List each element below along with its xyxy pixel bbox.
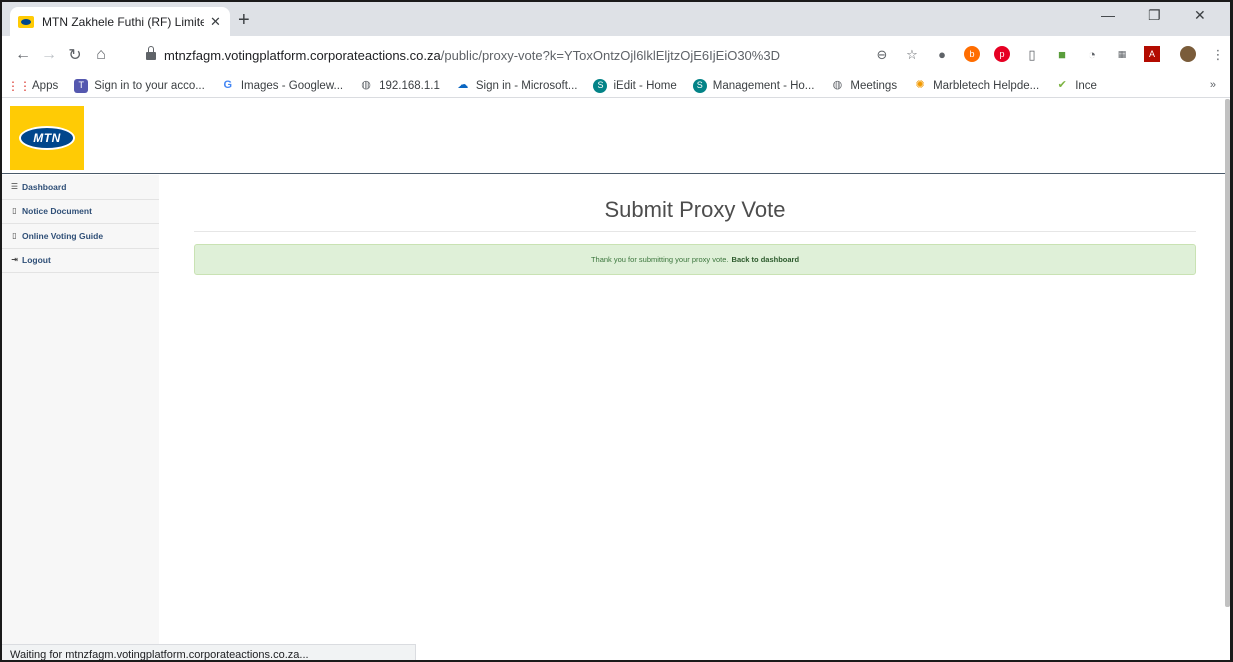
mtn-logo[interactable]: MTN xyxy=(10,106,84,170)
bookmark-meetings[interactable]: ◍ Meetings xyxy=(830,79,897,93)
close-window-icon[interactable]: ✕ xyxy=(1194,8,1206,22)
logo-oval: MTN xyxy=(19,126,75,150)
bookmark-ince[interactable]: ✔ Ince xyxy=(1055,79,1097,93)
sidebar-item-label: Notice Document xyxy=(22,206,92,217)
sidebar-item-label: Online Voting Guide xyxy=(22,230,104,241)
address-bar[interactable]: mtnzfagm.votingplatform.corporateactions… xyxy=(134,41,904,69)
web-page: MTN ☰ Dashboard ▯ Notice Document ▯ Onli… xyxy=(2,99,1230,645)
list-icon: ☰ xyxy=(10,181,19,191)
qr-code-icon[interactable]: ▦ xyxy=(1114,46,1130,62)
document-icon: ▯ xyxy=(12,230,17,240)
bookmark-label: Sign in to your acco... xyxy=(94,79,205,92)
bookmark-microsoft[interactable]: ☁ Sign in - Microsoft... xyxy=(456,79,578,93)
bookmark-label: Sign in - Microsoft... xyxy=(475,79,578,92)
profile-avatar[interactable] xyxy=(1180,46,1196,62)
bookmark-label: Ince xyxy=(1075,79,1097,92)
site-header: MTN xyxy=(2,99,1230,174)
apps-grid-icon: ⋮⋮ xyxy=(7,78,31,93)
browser-window: MTN Zakhele Futhi (RF) Limited - ✕ + — ❐… xyxy=(0,0,1233,662)
extension-circle-icon[interactable]: ● xyxy=(934,46,950,62)
browser-tab[interactable]: MTN Zakhele Futhi (RF) Limited - ✕ xyxy=(10,7,230,36)
lock-icon xyxy=(146,46,156,60)
pinterest-icon[interactable]: p xyxy=(994,46,1010,62)
sidebar-item-label: Logout xyxy=(22,255,51,266)
extension-icons: ⊖ ☆ ● b p ▯ ■ ◔ ▦ A ⋮ xyxy=(874,46,1230,62)
back-icon[interactable]: ← xyxy=(10,46,36,64)
sidebar-item-dashboard[interactable]: ☰ Dashboard xyxy=(2,175,159,200)
success-alert: Thank you for submitting your proxy vote… xyxy=(194,244,1196,275)
extension-green-icon[interactable]: ■ xyxy=(1054,46,1070,62)
status-bar: Waiting for mtnzfagm.votingplatform.corp… xyxy=(2,644,416,660)
logout-icon: ⇥ xyxy=(11,255,18,265)
close-tab-icon[interactable]: ✕ xyxy=(210,15,221,28)
browser-toolbar: ← → ↻ ⌂ mtnzfagm.votingplatform.corporat… xyxy=(2,36,1230,74)
mtn-favicon-icon xyxy=(18,15,34,28)
teams-icon: T xyxy=(74,78,89,93)
page-title: Submit Proxy Vote xyxy=(194,175,1196,232)
speed-gauge-icon[interactable]: ◔ xyxy=(1084,46,1100,62)
bookmark-label: Images - Googlew... xyxy=(240,79,344,92)
main-content: Submit Proxy Vote Thank you for submitti… xyxy=(194,175,1196,275)
restore-icon[interactable]: ❐ xyxy=(1148,8,1161,22)
bookmark-label: Apps xyxy=(32,79,59,92)
menu-kebab-icon[interactable]: ⋮ xyxy=(1210,46,1226,62)
alert-message: Thank you for submitting your proxy vote… xyxy=(590,255,729,264)
sidebar-item-online-voting-guide[interactable]: ▯ Online Voting Guide xyxy=(2,224,159,249)
globe-icon: ◍ xyxy=(832,79,843,91)
tab-strip: MTN Zakhele Futhi (RF) Limited - ✕ + — ❐… xyxy=(2,2,1230,36)
bookmark-management[interactable]: S Management - Ho... xyxy=(692,78,815,93)
logo-text: MTN xyxy=(33,131,61,145)
bookmark-label: Meetings xyxy=(850,79,898,92)
url-text: mtnzfagm.votingplatform.corporateactions… xyxy=(164,47,780,63)
bookmark-images[interactable]: G Images - Googlew... xyxy=(221,79,344,93)
bookmark-label: iEdit - Home xyxy=(613,79,677,92)
bookmark-teams[interactable]: T Sign in to your acco... xyxy=(74,78,205,93)
reload-icon[interactable]: ↻ xyxy=(62,45,88,65)
zoom-icon[interactable]: ⊖ xyxy=(874,46,890,62)
sharepoint-icon: S xyxy=(692,78,707,93)
bookmark-router[interactable]: ◍ 192.168.1.1 xyxy=(359,79,440,93)
checkmark-icon: ✔ xyxy=(1057,79,1067,91)
globe-icon: ◍ xyxy=(361,79,371,91)
helpdesk-icon: ✺ xyxy=(915,79,925,91)
bookmark-label: Management - Ho... xyxy=(712,79,815,92)
home-icon[interactable]: ⌂ xyxy=(88,46,114,64)
sidebar: ☰ Dashboard ▯ Notice Document ▯ Online V… xyxy=(2,175,159,645)
sidebar-item-logout[interactable]: ⇥ Logout xyxy=(2,249,159,273)
extension-orange-icon[interactable]: b xyxy=(964,46,980,62)
pdf-icon[interactable]: A xyxy=(1144,46,1160,62)
sidebar-item-label: Dashboard xyxy=(22,181,67,192)
forward-icon[interactable]: → xyxy=(36,46,62,64)
bookmark-iedit[interactable]: S iEdit - Home xyxy=(593,78,677,93)
bookmark-label: Marbletech Helpde... xyxy=(933,79,1040,92)
back-to-dashboard-link[interactable]: Back to dashboard xyxy=(732,255,800,264)
onedrive-icon: ☁ xyxy=(457,79,469,91)
bookmark-label: 192.168.1.1 xyxy=(379,79,440,92)
page-scrollbar[interactable] xyxy=(1225,99,1230,607)
bookmarks-bar: ⋮⋮ Apps T Sign in to your acco... G Imag… xyxy=(2,74,1230,98)
more-bookmarks-icon[interactable]: » xyxy=(1210,79,1216,91)
bookmark-apps[interactable]: ⋮⋮ Apps xyxy=(7,78,59,93)
sharepoint-icon: S xyxy=(593,78,608,93)
new-tab-icon[interactable]: + xyxy=(238,10,250,30)
document-icon: ▯ xyxy=(12,206,17,216)
minimize-icon[interactable]: — xyxy=(1101,8,1115,22)
sidebar-item-notice-document[interactable]: ▯ Notice Document xyxy=(2,200,159,224)
bookmark-marbletech[interactable]: ✺ Marbletech Helpde... xyxy=(913,79,1039,93)
google-icon: G xyxy=(223,79,233,91)
extension-page-icon[interactable]: ▯ xyxy=(1024,46,1040,62)
bookmark-star-icon[interactable]: ☆ xyxy=(904,46,920,62)
tab-title: MTN Zakhele Futhi (RF) Limited - xyxy=(42,14,204,29)
